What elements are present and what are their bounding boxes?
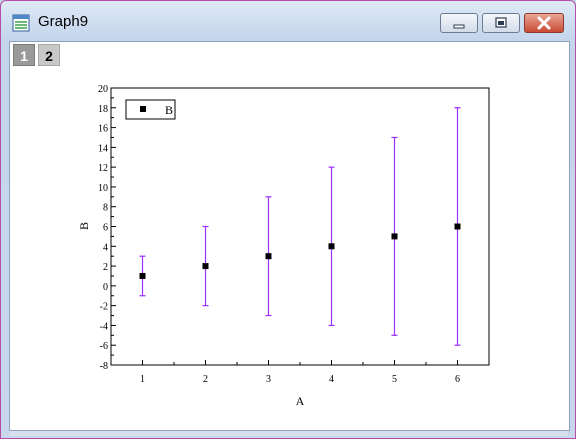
x-tick-label: 1 <box>140 374 145 385</box>
y-axis: -8 -6 -4 -2 0 2 4 6 8 10 12 14 16 18 20 <box>98 84 116 372</box>
plot-frame <box>110 87 490 366</box>
graph-window-icon <box>12 14 30 32</box>
y-tick-label: 0 <box>103 282 108 293</box>
y-tick-label: -2 <box>100 302 108 313</box>
y-tick-label: 6 <box>103 223 108 234</box>
layer-tab-2[interactable]: 2 <box>38 44 60 66</box>
data-point <box>391 233 398 240</box>
data-point <box>265 253 272 260</box>
window-bottom-border <box>9 431 568 436</box>
data-points <box>139 223 461 279</box>
data-point <box>202 263 209 270</box>
x-tick-label: 6 <box>455 374 460 385</box>
y-tick-label: -4 <box>100 321 108 332</box>
x-tick-label: 2 <box>203 374 208 385</box>
y-axis-label: B <box>77 222 91 230</box>
y-tick-label: 14 <box>98 143 108 154</box>
legend-label: B <box>165 103 173 117</box>
restore-icon <box>495 17 507 28</box>
minimize-button[interactable] <box>440 13 478 33</box>
close-icon <box>537 16 551 30</box>
data-point <box>328 243 335 250</box>
y-tick-label: -6 <box>100 341 108 352</box>
y-tick-label: 4 <box>103 242 108 253</box>
error-bars <box>139 107 461 346</box>
graph-window: Graph9 1 2 -8 -6 -4 -2 0 2 4 6 8 10 12 14 16 18 20 123… <box>0 0 576 439</box>
y-tick-label: 12 <box>98 163 108 174</box>
y-tick-label: 20 <box>98 84 108 95</box>
x-tick-label: 3 <box>266 374 271 385</box>
y-tick-label: 2 <box>103 262 108 273</box>
x-axis: 1 2 3 4 5 6 <box>140 360 460 385</box>
y-tick-label: 18 <box>98 104 108 115</box>
legend-marker <box>140 106 146 112</box>
legend[interactable]: B <box>125 99 176 120</box>
y-tick-label: 16 <box>98 124 108 135</box>
y-tick-label: 10 <box>98 183 108 194</box>
x-tick-label: 4 <box>329 374 334 385</box>
layer-tab-1[interactable]: 1 <box>13 44 35 66</box>
window-title: Graph9 <box>38 13 89 30</box>
data-point <box>139 272 146 279</box>
y-tick-label: 8 <box>103 203 108 214</box>
x-axis-label: A <box>296 394 305 408</box>
title-bar[interactable]: Graph9 <box>1 1 575 41</box>
restore-button[interactable] <box>482 13 520 33</box>
x-tick-label: 5 <box>392 374 397 385</box>
data-point <box>454 223 461 230</box>
y-tick-label: -8 <box>100 361 108 372</box>
close-button[interactable] <box>524 13 564 33</box>
minimize-icon <box>453 24 465 29</box>
graph-area: 1 2 -8 -6 -4 -2 0 2 4 6 8 10 12 14 16 18 20 123456 A B… <box>9 41 570 431</box>
chart[interactable]: -8-6-4-202468101214161820 123456 A B B <box>10 42 569 430</box>
